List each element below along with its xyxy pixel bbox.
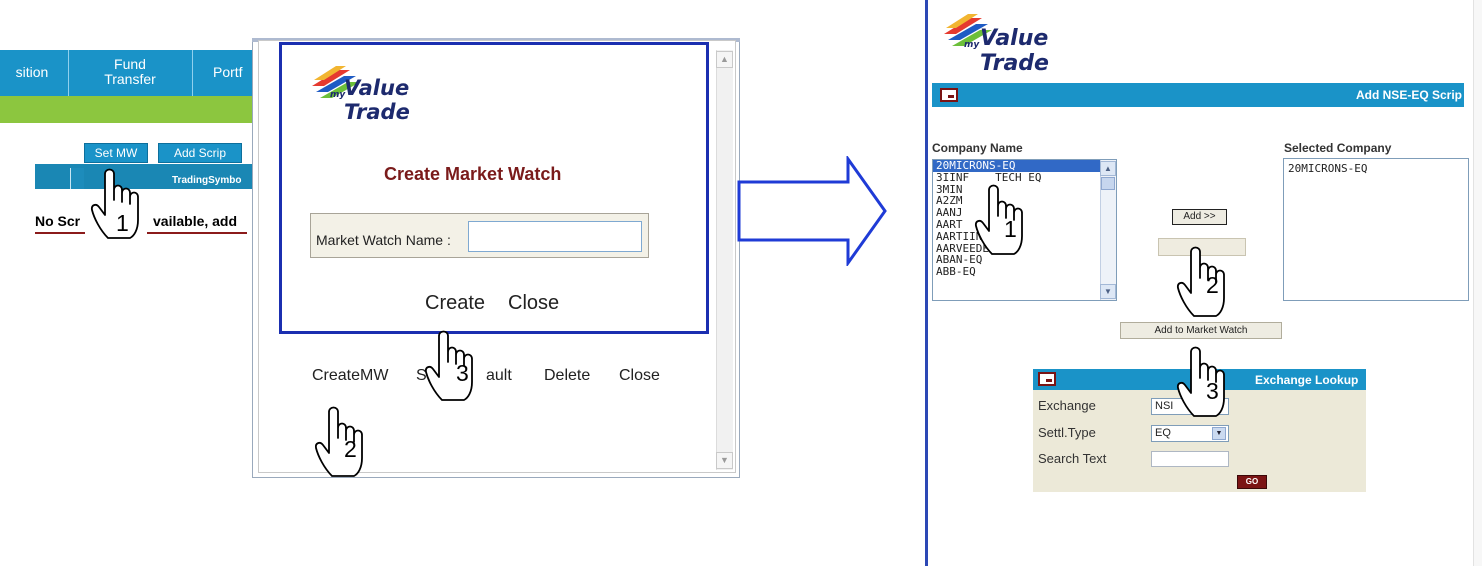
- dialog-title: Create Market Watch: [384, 164, 562, 184]
- step-number: 3: [1206, 378, 1219, 404]
- nav-item-portfolio-label: Portf: [213, 64, 243, 80]
- step-number: 3: [456, 360, 469, 386]
- sub-nav-bar: [0, 96, 265, 123]
- add-scrip-title: Add NSE-EQ Scrip: [1355, 88, 1462, 102]
- popup-scrollbar[interactable]: [716, 50, 733, 470]
- logo-text: Value Trade: [980, 26, 1049, 76]
- add-to-market-watch-button[interactable]: Add to Market Watch: [1120, 322, 1282, 339]
- panel-divider: [925, 0, 928, 566]
- selected-company-label: Selected Company: [1284, 141, 1392, 155]
- step-number: 2: [344, 436, 357, 462]
- go-button[interactable]: GO: [1237, 475, 1267, 489]
- selected-company-listbox[interactable]: [1283, 158, 1469, 301]
- add-button[interactable]: Add >>: [1172, 209, 1227, 225]
- no-scrip-message-start: No Scr: [35, 213, 81, 229]
- hand-pointer-icon: 1: [970, 176, 1040, 258]
- logo: my Value Trade: [310, 56, 458, 124]
- create-mw-link[interactable]: CreateMW: [312, 367, 388, 385]
- search-text-label: Search Text: [1038, 451, 1107, 466]
- nav-item-fund-transfer[interactable]: Fund Transfer: [88, 57, 172, 87]
- nav-item-fund-transfer-label: Fund Transfer: [104, 56, 156, 87]
- exchange-lookup-title: Exchange Lookup: [1255, 373, 1359, 387]
- settl-type-select-value: EQ: [1155, 427, 1171, 439]
- selected-list-item[interactable]: 20MICRONS-EQ: [1288, 162, 1367, 175]
- market-watch-name-input[interactable]: [468, 221, 642, 252]
- market-watch-name-label: Market Watch Name :: [316, 232, 451, 248]
- step-number: 1: [116, 210, 129, 236]
- add-scrip-button[interactable]: Add Scrip: [158, 143, 242, 163]
- hand-pointer-icon: 2: [310, 398, 380, 480]
- window-icon: [1038, 372, 1056, 386]
- trading-symbol-header: TradingSymbo: [172, 175, 242, 186]
- step-number: 2: [1206, 272, 1219, 298]
- delete-link[interactable]: Delete: [544, 367, 590, 385]
- scroll-up-icon[interactable]: ▲: [1100, 161, 1116, 176]
- hand-pointer-icon: 3: [1172, 338, 1242, 420]
- logo-text: Value Trade: [344, 76, 410, 124]
- logo-prefix: my: [964, 40, 980, 50]
- nav-item-position-label: sition: [15, 64, 49, 80]
- no-scrip-message-end: vailable, add: [153, 213, 238, 229]
- nav-separator: [192, 50, 193, 96]
- close-button[interactable]: Close: [508, 292, 559, 315]
- scroll-down-icon[interactable]: ▼: [1100, 284, 1116, 299]
- step-number: 1: [1004, 216, 1017, 242]
- exchange-select-value: NSI: [1155, 400, 1174, 412]
- message-underline: [147, 232, 247, 234]
- hand-pointer-icon: 1: [86, 160, 156, 242]
- exchange-label: Exchange: [1038, 398, 1096, 413]
- settl-type-label: Settl.Type: [1038, 425, 1096, 440]
- search-text-input[interactable]: [1151, 451, 1229, 467]
- scroll-up-icon[interactable]: ▲: [716, 51, 733, 68]
- big-right-arrow-icon: [737, 156, 887, 266]
- nav-item-position[interactable]: sition: [2, 65, 62, 80]
- hand-pointer-icon: 3: [420, 322, 490, 404]
- list-item[interactable]: ABB-EQ: [933, 266, 1116, 278]
- window-icon: [940, 88, 958, 102]
- message-underline: [35, 232, 85, 234]
- scroll-thumb[interactable]: [1101, 177, 1115, 190]
- company-name-label: Company Name: [932, 141, 1023, 155]
- create-button[interactable]: Create: [425, 292, 485, 315]
- chevron-down-icon[interactable]: ▼: [1212, 427, 1226, 440]
- nav-separator: [68, 50, 69, 96]
- list-item-label: 3IINF: [936, 170, 970, 184]
- close-link[interactable]: Close: [619, 367, 660, 385]
- hand-pointer-icon: 2: [1172, 238, 1242, 320]
- right-scrollbar[interactable]: [1473, 0, 1482, 566]
- right-logo: my Value Trade: [940, 10, 1088, 76]
- scroll-down-icon[interactable]: ▼: [716, 452, 733, 469]
- table-header-cell: [70, 168, 84, 189]
- logo-prefix: my: [330, 90, 346, 100]
